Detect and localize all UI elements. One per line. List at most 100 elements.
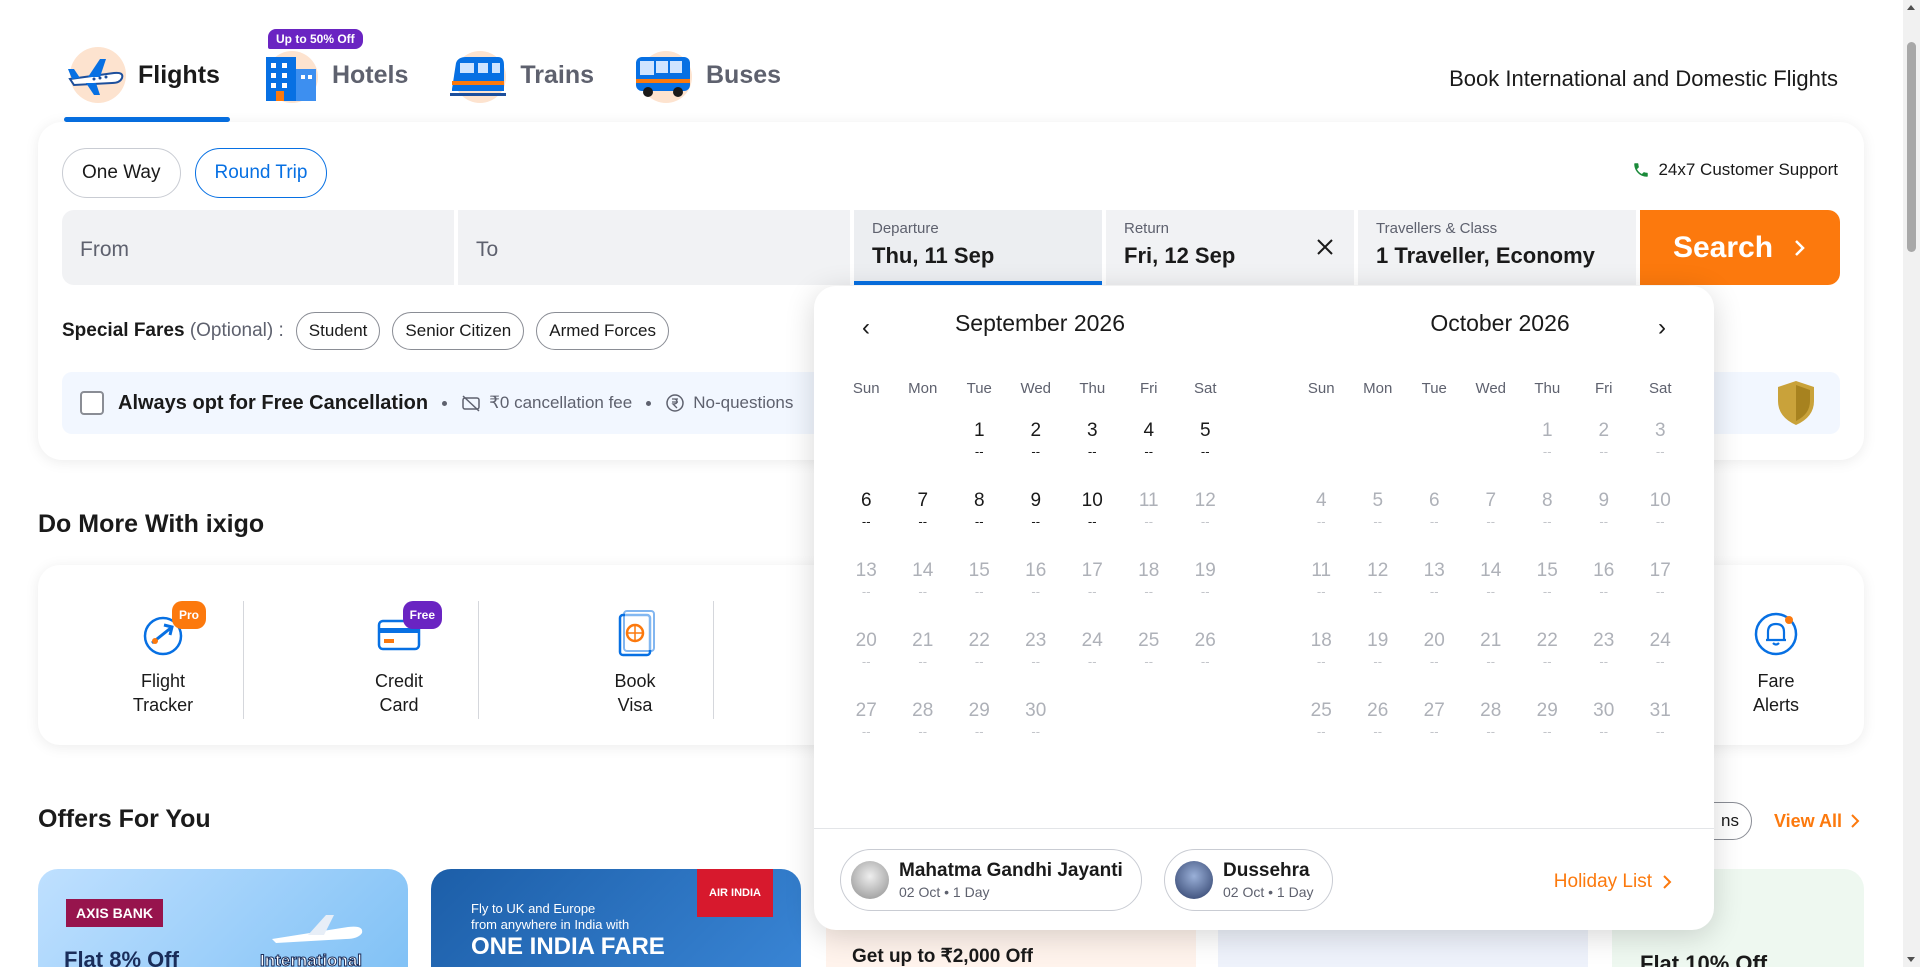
return-field[interactable]: Return Fri, 12 Sep (1106, 210, 1354, 285)
day-fare: -- (974, 654, 984, 669)
round-trip-button[interactable]: Round Trip (194, 148, 328, 198)
day-fare: -- (1373, 584, 1383, 599)
bus-icon (632, 45, 696, 105)
free-cancellation-checkbox[interactable] (80, 391, 104, 415)
book-visa-item[interactable]: Book Visa (565, 609, 705, 717)
weekday-label: Sat (1648, 380, 1672, 397)
calendar-day: 7 -- (1463, 490, 1520, 560)
view-all-label: View All (1773, 810, 1842, 831)
day-number: 7 (917, 490, 929, 511)
calendar-day: 5 -- (1350, 490, 1407, 560)
tab-trains[interactable]: Trains (442, 42, 598, 108)
fare-chip-armed-forces[interactable]: Armed Forces (536, 312, 669, 350)
calendar-day[interactable]: 4 -- (1121, 420, 1178, 490)
empty-day-cell (895, 420, 952, 490)
day-fare: -- (861, 514, 871, 529)
calendar-day[interactable]: 5 -- (1177, 420, 1234, 490)
day-number: 26 (1367, 700, 1389, 721)
day-number: 20 (855, 630, 877, 651)
holiday-list-link[interactable]: Holiday List (1554, 871, 1672, 893)
calendar-day: 30 -- (1008, 700, 1065, 770)
tab-buses[interactable]: Buses (628, 42, 785, 108)
day-fare: -- (1373, 724, 1383, 739)
search-button[interactable]: Search (1640, 210, 1840, 285)
calendar-day: 23 -- (1576, 630, 1633, 700)
departure-field[interactable]: Departure Thu, 11 Sep (854, 210, 1102, 285)
calendar-day[interactable]: 3 -- (1064, 420, 1121, 490)
customer-support[interactable]: 24x7 Customer Support (1632, 160, 1838, 180)
offer-card-air-india[interactable]: AIR INDIA Fly to UK and Europe from anyw… (431, 869, 801, 967)
day-fare: -- (1087, 654, 1097, 669)
calendar-day[interactable]: 8 -- (951, 490, 1008, 560)
chevron-right-icon (1795, 239, 1805, 256)
day-fare: -- (918, 514, 928, 529)
chevron-right-icon (1663, 875, 1672, 889)
to-field[interactable]: To (458, 210, 850, 285)
travellers-value: 1 Traveller, Economy (1376, 243, 1595, 268)
page-scrollbar[interactable] (1903, 0, 1920, 967)
day-fare: -- (918, 654, 928, 669)
day-number: 25 (1310, 700, 1332, 721)
day-number: 6 (860, 490, 872, 511)
flight-tracker-line2: Tracker (132, 695, 194, 715)
calendar-day[interactable]: 6 -- (838, 490, 895, 560)
offer-3-text: Get up to ₹2,000 Off (852, 946, 1034, 967)
calendar-day: 25 -- (1121, 630, 1178, 700)
offer-card-axis[interactable]: AXIS BANK Flat 8% Off International (38, 869, 408, 967)
scroll-thumb[interactable] (1907, 42, 1916, 252)
holiday-avatar (851, 861, 889, 899)
airplane-icon (272, 915, 363, 943)
clear-return-icon[interactable] (1314, 236, 1336, 258)
day-fare: -- (1373, 514, 1383, 529)
calendar-day: 26 -- (1350, 700, 1407, 770)
calendar-day: 14 -- (895, 560, 952, 630)
holiday-chip[interactable]: Mahatma Gandhi Jayanti 02 Oct • 1 Day (840, 849, 1142, 911)
day-number: 11 (1138, 490, 1159, 511)
tab-flights[interactable]: Flights (60, 42, 230, 122)
calendar-day: 3 -- (1632, 420, 1689, 490)
day-fare: -- (1200, 584, 1210, 599)
calendar-day: 24 -- (1064, 630, 1121, 700)
flight-tracker-item[interactable]: Pro Flight Tracker (93, 601, 233, 717)
view-all-link[interactable]: View All (1774, 811, 1860, 832)
prev-month-button[interactable]: ‹ (854, 314, 878, 342)
passport-icon (610, 609, 660, 659)
calendar-day: 28 -- (895, 700, 952, 770)
day-fare: -- (1655, 514, 1665, 529)
travellers-field[interactable]: Travellers & Class 1 Traveller, Economy (1358, 210, 1636, 285)
month-title-1: September 2026 (954, 310, 1126, 336)
offer-axis-extra: International (259, 951, 363, 967)
fare-chip-student[interactable]: Student (295, 312, 381, 350)
calendar-day[interactable]: 10 -- (1064, 490, 1121, 560)
support-label: 24x7 Customer Support (1658, 160, 1838, 179)
day-fare: -- (1655, 724, 1665, 739)
departure-label: Departure (872, 220, 939, 237)
one-way-button[interactable]: One Way (62, 148, 181, 198)
calendar-day: 11 -- (1121, 490, 1178, 560)
fare-chip-senior-citizen[interactable]: Senior Citizen (392, 312, 525, 350)
scroll-down-arrow[interactable] (1907, 957, 1915, 962)
weekday-label: Tue (1421, 380, 1447, 397)
tab-hotels[interactable]: Hotels (254, 42, 412, 108)
calendar-day[interactable]: 9 -- (1008, 490, 1065, 560)
day-number: 14 (912, 560, 934, 581)
from-field[interactable]: From (62, 210, 454, 285)
fare-alerts-line2: Alerts (1752, 695, 1799, 715)
day-fare: -- (1031, 654, 1041, 669)
calendar-day: 27 -- (838, 700, 895, 770)
day-number: 23 (1593, 630, 1615, 651)
next-month-button[interactable]: › (1650, 314, 1674, 342)
calendar-day: 17 -- (1064, 560, 1121, 630)
book-visa-line2: Visa (617, 695, 653, 715)
hotels-promo-badge: Up to 50% Off (268, 29, 363, 49)
calendar-day[interactable]: 1 -- (951, 420, 1008, 490)
day-fare: -- (1599, 724, 1609, 739)
calendar-day: 27 -- (1406, 700, 1463, 770)
holiday-chip[interactable]: Dussehra 02 Oct • 1 Day (1164, 849, 1333, 911)
return-value: Fri, 12 Sep (1124, 243, 1236, 268)
fare-alerts-item[interactable]: Fare Alerts (1706, 609, 1846, 717)
calendar-day[interactable]: 2 -- (1008, 420, 1065, 490)
credit-card-item[interactable]: Free Credit Card (329, 601, 469, 717)
scroll-up-arrow[interactable] (1907, 5, 1915, 10)
calendar-day[interactable]: 7 -- (895, 490, 952, 560)
